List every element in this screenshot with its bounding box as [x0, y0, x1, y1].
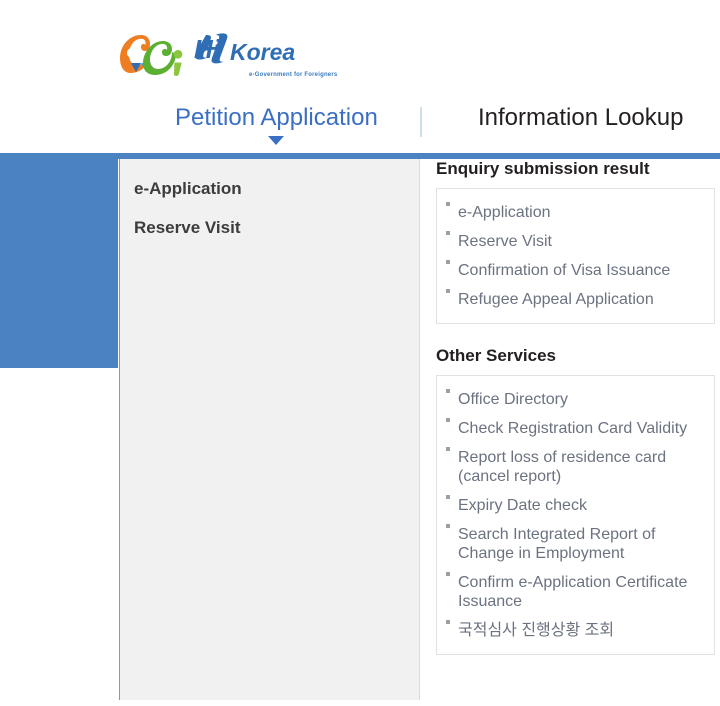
- list-item-label: Office Directory: [458, 391, 568, 408]
- bullet-icon: [446, 524, 450, 528]
- bullet-icon: [446, 231, 450, 235]
- list-item[interactable]: Check Registration Card Validity: [437, 414, 714, 443]
- menu-item-reserve-visit[interactable]: Reserve Visit: [134, 218, 240, 238]
- bullet-icon: [446, 289, 450, 293]
- list-item-label: 국적심사 진행상황 조회: [458, 622, 615, 639]
- list-item-label: Confirmation of Visa Issuance: [458, 262, 671, 279]
- bullet-icon: [446, 495, 450, 499]
- list-item-label: Confirm e-Application Certificate Issuan…: [458, 574, 688, 610]
- list-item[interactable]: Reserve Visit: [437, 227, 714, 256]
- list-item[interactable]: Search Integrated Report of Change in Em…: [437, 520, 714, 568]
- list-item[interactable]: 국적심사 진행상황 조회: [437, 616, 714, 645]
- section-title-enquiry-submission-result: Enquiry submission result: [436, 159, 650, 178]
- list-item-label: Refugee Appeal Application: [458, 291, 654, 308]
- svg-text:Hi: Hi: [194, 34, 221, 64]
- tab-petition-application[interactable]: Petition Application: [175, 104, 378, 132]
- bullet-icon: [446, 260, 450, 264]
- enquiry-submission-result-list: e-Application Reserve Visit Confirmation…: [436, 188, 715, 324]
- secondary-menu-panel: e-Application Reserve Visit: [119, 159, 420, 700]
- menu-item-e-application[interactable]: e-Application: [134, 179, 242, 199]
- page-root: Hi Korea e-Government for Foreigners Pet…: [0, 0, 720, 706]
- list-item[interactable]: Confirmation of Visa Issuance: [437, 256, 714, 285]
- bullet-icon: [446, 418, 450, 422]
- list-item[interactable]: Office Directory: [437, 385, 714, 414]
- hikorea-wordmark-icon: Hi Korea e-Government for Foreigners: [194, 32, 362, 78]
- list-item[interactable]: Expiry Date check: [437, 491, 714, 520]
- bullet-icon: [446, 447, 450, 451]
- main-navigation: Petition Application Information Lookup: [0, 100, 720, 153]
- section-title-other-services: Other Services: [436, 346, 557, 365]
- bullet-icon: [446, 572, 450, 576]
- list-item[interactable]: Report loss of residence card (cancel re…: [437, 443, 714, 491]
- hikorea-emblem-icon: [120, 32, 192, 76]
- list-item-label: Expiry Date check: [458, 497, 587, 514]
- bullet-icon: [446, 389, 450, 393]
- right-services-column: Enquiry submission result e-Application …: [436, 159, 715, 655]
- list-item-label: e-Application: [458, 204, 551, 221]
- list-item[interactable]: e-Application: [437, 198, 714, 227]
- active-tab-caret-icon: [268, 136, 284, 145]
- site-header: Hi Korea e-Government for Foreigners: [0, 0, 720, 100]
- list-item[interactable]: Confirm e-Application Certificate Issuan…: [437, 568, 714, 616]
- tab-information-lookup[interactable]: Information Lookup: [478, 104, 683, 132]
- site-logo[interactable]: Hi Korea e-Government for Foreigners: [120, 31, 362, 78]
- bullet-icon: [446, 620, 450, 624]
- bullet-icon: [446, 202, 450, 206]
- list-item-label: Reserve Visit: [458, 233, 552, 250]
- logo-tagline: e-Government for Foreigners: [249, 71, 338, 78]
- other-services-list: Office Directory Check Registration Card…: [436, 375, 715, 655]
- list-item-label: Search Integrated Report of Change in Em…: [458, 526, 656, 562]
- list-item[interactable]: Refugee Appeal Application: [437, 285, 714, 314]
- svg-text:Korea: Korea: [230, 39, 295, 65]
- list-item-label: Report loss of residence card (cancel re…: [458, 449, 667, 485]
- list-item-label: Check Registration Card Validity: [458, 420, 688, 437]
- left-blue-panel: [0, 153, 118, 368]
- tab-separator: [420, 107, 422, 137]
